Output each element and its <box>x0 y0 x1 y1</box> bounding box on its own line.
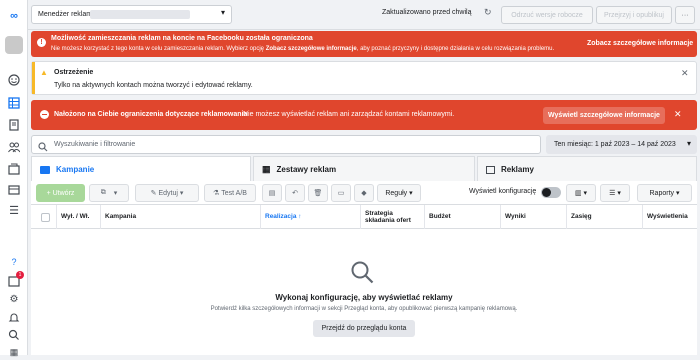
tab-ad-sets-label: Zestawy reklam <box>276 165 337 174</box>
bell-icon[interactable] <box>6 309 22 325</box>
trash-icon[interactable]: 🗑 <box>308 184 328 202</box>
limit-banner-body: Nie możesz korzystać z tego konta w celu… <box>51 46 555 52</box>
account-selector[interactable]: Menedżer reklam ▾ <box>31 5 232 24</box>
chevron-down-icon: ▾ <box>113 190 118 197</box>
pages-icon[interactable] <box>6 117 22 133</box>
discard-drafts-button[interactable]: Odrzuć wersje robocze <box>501 6 593 24</box>
date-range-picker[interactable]: Ten miesiąc: 1 paź 2023 – 14 paź 2023 ▾ <box>546 135 697 154</box>
notification-badge: 1 <box>16 271 24 279</box>
grid-apps-icon[interactable]: ▦ <box>6 344 22 360</box>
limit-banner-title: Możliwość zamieszczania reklam na koncie… <box>51 35 313 42</box>
campaigns-table: Wył. / Wł. Kampania Realizacja ↑ Strateg… <box>31 205 697 355</box>
restriction-body: Nie możesz wyświetlać reklam ani zarządz… <box>243 111 455 118</box>
empty-state-title: Wykonaj konfigurację, aby wyświetlać rek… <box>275 293 453 302</box>
account-selector-label: Menedżer reklam <box>38 11 93 18</box>
column-impressions[interactable]: Wyświetlenia <box>643 205 697 229</box>
grid-icon: ▦ <box>262 164 271 174</box>
block-icon <box>40 110 49 119</box>
ad-icon <box>486 165 495 174</box>
reports-label: Raporty <box>649 189 675 197</box>
chevron-down-icon: ▾ <box>220 8 225 17</box>
empty-state-body: Potwierdź kilka szczegółowych informacji… <box>210 306 518 312</box>
search-icon[interactable] <box>6 327 22 343</box>
account-name-redacted <box>90 10 190 19</box>
close-icon[interactable]: ✕ <box>681 68 689 79</box>
breakdown-button[interactable]: ☰ ▾ <box>600 184 630 202</box>
pencil-icon: ✎ <box>150 190 157 197</box>
preview-icon[interactable]: ▭ <box>331 184 351 202</box>
edit-label: Edytuj <box>158 189 178 197</box>
tab-campaigns-label: Kampanie <box>56 165 95 174</box>
column-results[interactable]: Wyniki <box>501 205 567 229</box>
search-placeholder: Wyszukiwanie i filtrowanie <box>54 141 136 148</box>
level-tabs: Kampanie ▦ Zestawy reklam Reklamy <box>31 156 697 182</box>
tab-ad-sets[interactable]: ▦ Zestawy reklam <box>253 156 475 182</box>
view-details-button[interactable]: Wyświetl szczegółowe informacje <box>543 107 665 124</box>
go-to-account-overview-button[interactable]: Przejdź do przeglądu konta <box>313 320 415 337</box>
show-config-toggle[interactable] <box>541 187 561 198</box>
column-budget[interactable]: Budżet <box>425 205 501 229</box>
table-header: Wył. / Wł. Kampania Realizacja ↑ Strateg… <box>31 205 697 229</box>
toolbar: + Utwórz ⧉ ▾ ✎ Edytuj ▾ ⚗ Test A/B ▤ ↶ 🗑 … <box>31 181 697 205</box>
select-all-checkbox[interactable] <box>31 205 57 229</box>
update-status: Zaktualizowano przed chwilą <box>382 9 472 16</box>
tab-campaigns[interactable]: Kampanie <box>31 156 251 182</box>
flask-icon: ⚗ <box>213 190 220 197</box>
top-bar: Menedżer reklam ▾ Zaktualizowano przed c… <box>28 0 700 30</box>
close-icon[interactable]: ✕ <box>674 109 682 120</box>
settings-gear-icon[interactable]: ⚙ <box>6 291 22 307</box>
review-publish-button[interactable]: Przejrzyj i opublikuj <box>596 6 672 24</box>
ab-test-label: Test A/B <box>221 189 247 197</box>
smiley-icon[interactable] <box>6 72 22 88</box>
search-filter-bar[interactable]: Wyszukiwanie i filtrowanie <box>31 135 541 154</box>
tag-icon[interactable]: ◆ <box>354 184 374 202</box>
column-bid-strategy[interactable]: Strategia składania ofert <box>361 205 425 229</box>
rules-button[interactable]: Reguły ▾ <box>377 184 421 202</box>
audience-icon[interactable] <box>6 139 22 155</box>
more-options-icon[interactable]: ··· <box>675 6 695 24</box>
rules-label: Reguły <box>385 189 408 197</box>
account-limited-banner: ! Możliwość zamieszczania reklam na konc… <box>31 31 697 57</box>
duplicate-button[interactable]: ⧉ ▾ <box>89 184 129 202</box>
warning-body: Tylko na aktywnych kontach można tworzyć… <box>54 82 253 89</box>
column-reach[interactable]: Zasięg <box>567 205 643 229</box>
ab-test-button[interactable]: ⚗ Test A/B <box>204 184 256 202</box>
edit-button[interactable]: ✎ Edytuj ▾ <box>135 184 199 202</box>
date-range-label: Ten miesiąc: 1 paź 2023 – 14 paź 2023 <box>554 141 676 148</box>
chevron-down-icon: ▾ <box>686 139 691 148</box>
tab-ads[interactable]: Reklamy <box>477 156 697 182</box>
column-delivery[interactable]: Realizacja ↑ <box>261 205 361 229</box>
left-nav-rail: ∞ ☰ ? 1 ⚙ ▦ <box>0 0 28 357</box>
column-campaign[interactable]: Kampania <box>101 205 261 229</box>
duplicate-icon: ⧉ <box>100 189 106 196</box>
columns-button[interactable]: ▥ ▾ <box>566 184 596 202</box>
warning-accent <box>32 62 35 94</box>
meta-logo-icon[interactable]: ∞ <box>6 8 22 24</box>
table-grid-icon[interactable] <box>6 95 22 111</box>
refresh-icon[interactable]: ↻ <box>484 7 492 18</box>
warning-title: Ostrzeżenie <box>54 69 94 76</box>
reports-button[interactable]: Raporty ▾ <box>637 184 692 202</box>
column-on-off[interactable]: Wył. / Wł. <box>57 205 101 229</box>
help-icon[interactable]: ? <box>6 254 22 270</box>
show-config-label: Wyświetl konfigurację <box>469 188 537 195</box>
restriction-title: Nałożono na Ciebie ograniczenia dotycząc… <box>54 111 248 118</box>
menu-icon[interactable]: ☰ <box>6 202 22 218</box>
restriction-banner: Nałożono na Ciebie ograniczenia dotycząc… <box>31 100 697 130</box>
billing-icon[interactable] <box>6 182 22 198</box>
warning-banner: ▲ Ostrzeżenie Tylko na aktywnych kontach… <box>31 61 697 95</box>
search-icon <box>38 139 48 157</box>
create-button[interactable]: + Utwórz <box>36 184 85 202</box>
tab-ads-label: Reklamy <box>501 165 534 174</box>
catalog-icon[interactable] <box>6 161 22 177</box>
warning-triangle-icon: ▲ <box>40 68 48 77</box>
avatar[interactable] <box>5 36 23 54</box>
clipboard-icon[interactable]: ▤ <box>262 184 282 202</box>
undo-icon[interactable]: ↶ <box>285 184 305 202</box>
folder-icon <box>40 165 50 174</box>
alert-icon: ! <box>37 38 46 47</box>
see-details-link[interactable]: Zobacz szczegółowe informacje <box>587 40 693 47</box>
magnifier-icon <box>350 260 376 291</box>
